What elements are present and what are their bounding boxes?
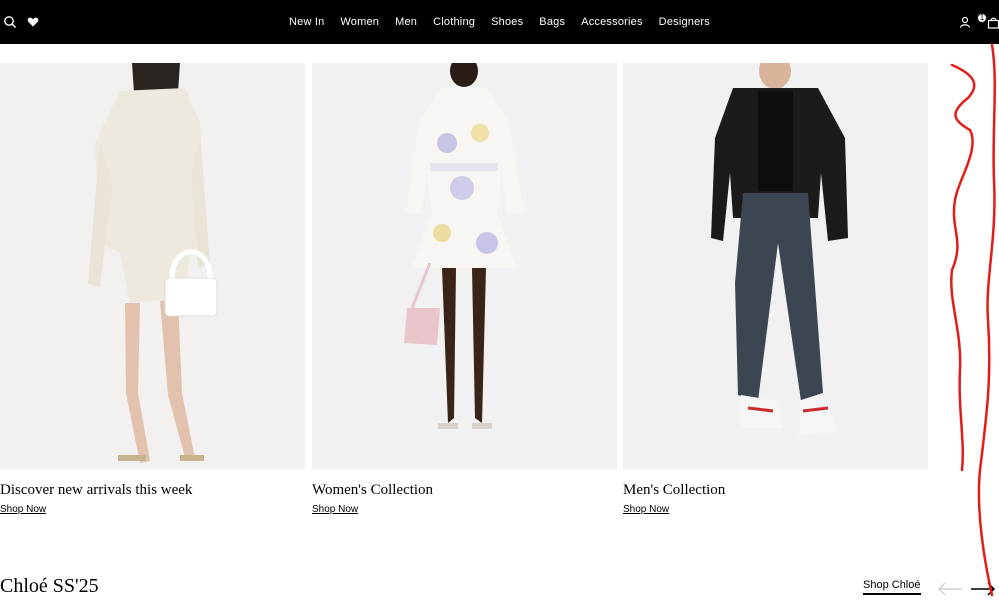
shop-now-link[interactable]: Shop Now (312, 504, 358, 515)
nav-bags[interactable]: Bags (539, 16, 565, 28)
shop-chloe-link[interactable]: Shop Chloé (863, 579, 921, 595)
promo-card-womens[interactable]: Women's Collection Shop Now (312, 63, 617, 517)
card-title: Women's Collection (312, 482, 434, 498)
bag-count-badge: 1 (977, 13, 987, 23)
nav-accessories[interactable]: Accessories (581, 16, 643, 28)
nav-clothing[interactable]: Clothing (433, 16, 475, 28)
promo-card-mens[interactable]: Men's Collection Shop Now (623, 63, 928, 517)
section-title: Chloé SS'25 (0, 575, 99, 597)
red-annotation-strokes (950, 43, 996, 597)
shop-now-link[interactable]: Shop Now (0, 504, 46, 515)
top-navigation-bar: New In Women Men Clothing Shoes Bags Acc… (0, 0, 999, 44)
nav-men[interactable]: Men (395, 16, 417, 28)
card-title: Discover new arrivals this week (0, 482, 193, 498)
shop-now-link[interactable]: Shop Now (623, 504, 669, 515)
main-nav: New In Women Men Clothing Shoes Bags Acc… (0, 0, 999, 44)
card-title: Men's Collection (623, 482, 726, 498)
nav-designers[interactable]: Designers (659, 16, 710, 28)
prev-arrow-icon[interactable] (937, 581, 963, 597)
product-image-womens[interactable] (312, 63, 617, 469)
nav-new-in[interactable]: New In (289, 16, 324, 28)
nav-shoes[interactable]: Shoes (491, 16, 523, 28)
product-image-mens[interactable] (623, 63, 928, 469)
next-arrow-icon[interactable] (970, 581, 996, 597)
product-image-new-arrivals[interactable] (0, 63, 305, 469)
user-icon[interactable] (955, 12, 975, 32)
nav-women[interactable]: Women (340, 16, 379, 28)
promo-card-new-arrivals[interactable]: Discover new arrivals this week Shop Now (0, 63, 305, 517)
